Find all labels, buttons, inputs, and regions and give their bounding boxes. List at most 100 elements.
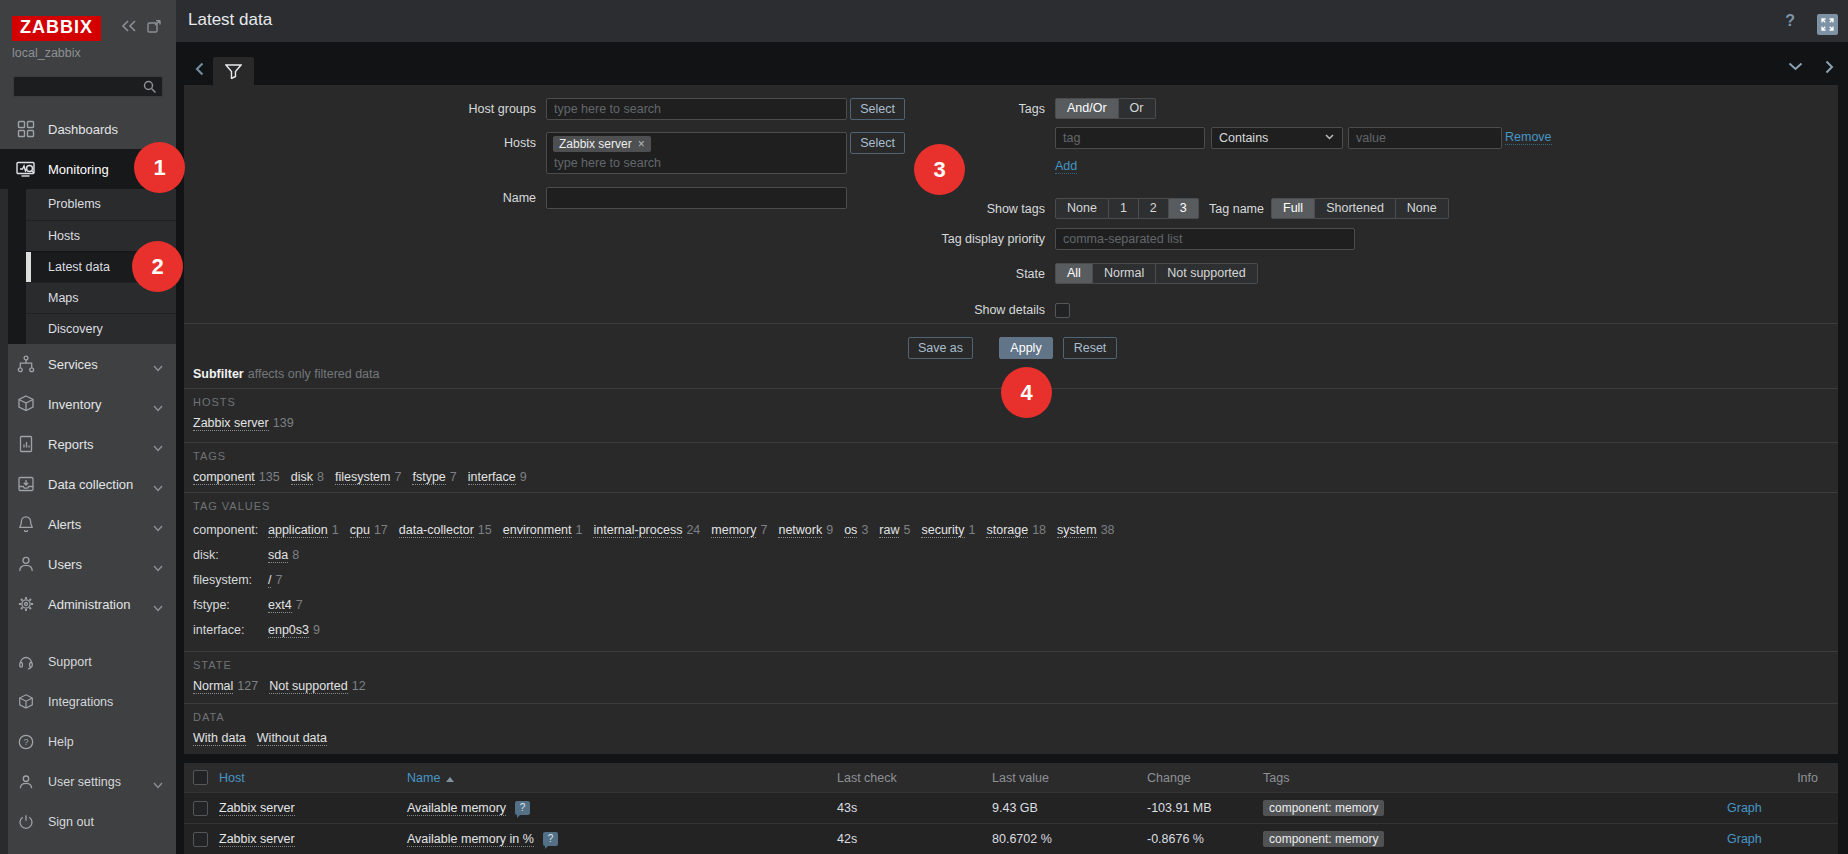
sidebar-search-input[interactable] (13, 76, 163, 97)
item-name-link[interactable]: Available memory in % (407, 832, 534, 847)
hosts-multiselect[interactable]: Zabbix server× type here to search (546, 132, 847, 174)
sidebar-item-sign-out[interactable]: Sign out (0, 802, 176, 842)
tag-operator-select[interactable]: Contains (1211, 127, 1343, 149)
tag-value-input[interactable] (1348, 127, 1502, 149)
row-checkbox[interactable] (193, 801, 208, 816)
column-header-tags: Tags (1263, 771, 1727, 785)
subfilter-link[interactable]: application (268, 523, 328, 538)
page-header: Latest data ? (176, 0, 1848, 42)
subfilter-link[interactable]: fstype (412, 470, 445, 485)
sidebar-item-inventory[interactable]: Inventory (0, 384, 176, 424)
item-description-icon[interactable]: ? (543, 832, 558, 846)
remove-host-icon[interactable]: × (638, 137, 645, 151)
subfilter-link[interactable]: security (921, 523, 964, 538)
state-normal[interactable]: Normal (1093, 263, 1156, 284)
tag-add-link[interactable]: Add (1055, 159, 1077, 174)
host-link[interactable]: Zabbix server (219, 832, 295, 847)
subfilter-link[interactable]: Not supported (269, 679, 348, 694)
tag-chip[interactable]: component: memory (1263, 800, 1384, 816)
subfilter-link[interactable]: system (1057, 523, 1097, 538)
tag-value-group-label: fstype: (193, 597, 268, 614)
subfilter-link[interactable]: Without data (257, 731, 327, 746)
tag-input[interactable] (1055, 127, 1205, 149)
subfilter-link[interactable]: ext4 (268, 598, 292, 613)
item-name-link[interactable]: Available memory (407, 801, 506, 816)
subfilter-link[interactable]: enp0s3 (268, 623, 309, 638)
subfilter-link[interactable]: internal-process (593, 523, 682, 538)
tag-remove-link[interactable]: Remove (1505, 130, 1552, 145)
subfilter-link[interactable]: cpu (350, 523, 370, 538)
subfilter-link[interactable]: memory (711, 523, 756, 538)
collapse-filter-icon[interactable] (1788, 60, 1803, 77)
graph-link[interactable]: Graph (1727, 832, 1762, 846)
tags-operator-and-or[interactable]: And/Or (1055, 98, 1119, 119)
row-checkbox[interactable] (193, 832, 208, 847)
tag-name-full[interactable]: Full (1271, 198, 1315, 219)
subfilter-count: 9 (826, 523, 833, 537)
last-check-cell: 43s (837, 801, 992, 815)
sidebar-item-integrations[interactable]: Integrations (0, 682, 176, 722)
subfilter-link[interactable]: disk (291, 470, 313, 485)
help-icon[interactable]: ? (1785, 12, 1795, 30)
sidebar-item-help[interactable]: ?Help (0, 722, 176, 762)
zabbix-logo[interactable]: ZABBIX (12, 16, 101, 41)
hide-sidebar-icon[interactable] (147, 20, 161, 36)
subfilter-count: 7 (450, 470, 457, 484)
graph-link[interactable]: Graph (1727, 801, 1762, 815)
filter-prev-arrow[interactable] (195, 62, 204, 79)
subfilter-link[interactable]: Normal (193, 679, 233, 694)
show-details-checkbox[interactable] (1055, 303, 1070, 318)
sidebar-item-services[interactable]: Services (0, 344, 176, 384)
submenu-item-discovery[interactable]: Discovery (26, 313, 176, 344)
subfilter-link[interactable]: Zabbix server (193, 416, 269, 431)
next-page-icon[interactable] (1825, 60, 1834, 77)
sidebar-item-alerts[interactable]: Alerts (0, 504, 176, 544)
sidebar-item-user-settings[interactable]: User settings (0, 762, 176, 802)
tag-value-group-label: filesystem: (193, 572, 268, 589)
submenu-item-problems[interactable]: Problems (26, 189, 176, 220)
subfilter-link[interactable]: data-collector (399, 523, 474, 538)
sidebar-item-reports[interactable]: Reports (0, 424, 176, 464)
subfilter-link[interactable]: network (778, 523, 822, 538)
tags-operator-or[interactable]: Or (1119, 98, 1156, 119)
tag-chip[interactable]: component: memory (1263, 831, 1384, 847)
sidebar-item-support[interactable]: Support (0, 642, 176, 682)
reports-icon (14, 434, 38, 454)
filter-tab[interactable] (213, 57, 254, 86)
tag-name-shortened[interactable]: Shortened (1315, 198, 1396, 219)
subfilter-link[interactable]: storage (986, 523, 1028, 538)
sidebar-item-users[interactable]: Users (0, 544, 176, 584)
save-as-button[interactable]: Save as (908, 337, 973, 359)
subfilter-link[interactable]: sda (268, 548, 288, 563)
column-header-host[interactable]: Host (219, 771, 245, 785)
last-check-cell: 42s (837, 832, 992, 846)
show-tags-none[interactable]: None (1055, 198, 1109, 219)
host-groups-input[interactable] (546, 98, 847, 120)
subfilter-link[interactable]: With data (193, 731, 246, 746)
state-not-supported[interactable]: Not supported (1156, 263, 1258, 284)
subfilter-link[interactable]: raw (879, 523, 899, 538)
select-all-checkbox[interactable] (193, 770, 208, 785)
subfilter-link[interactable]: environment (503, 523, 572, 538)
sidebar-item-data-collection[interactable]: Data collection (0, 464, 176, 504)
host-chip[interactable]: Zabbix server× (553, 136, 651, 152)
sidebar-item-administration[interactable]: Administration (0, 584, 176, 624)
hosts-select-button[interactable]: Select (850, 132, 905, 154)
subfilter-link[interactable]: component (193, 470, 255, 485)
subfilter-link[interactable]: interface (468, 470, 516, 485)
state-all[interactable]: All (1055, 263, 1093, 284)
kiosk-mode-button[interactable] (1817, 14, 1838, 35)
tag-name-none[interactable]: None (1396, 198, 1449, 219)
subfilter-link[interactable]: filesystem (335, 470, 391, 485)
apply-button[interactable]: Apply (999, 337, 1053, 359)
name-input[interactable] (546, 187, 847, 209)
host-link[interactable]: Zabbix server (219, 801, 295, 816)
subfilter-link[interactable]: / (268, 573, 271, 588)
subfilter-link[interactable]: os (844, 523, 857, 538)
collapse-sidebar-icon[interactable] (121, 20, 137, 36)
column-header-name[interactable]: Name (407, 771, 440, 785)
tag-display-priority-input[interactable] (1055, 228, 1355, 250)
reset-button[interactable]: Reset (1063, 337, 1117, 359)
item-description-icon[interactable]: ? (515, 801, 530, 815)
subfilter-section-tags: TAGScomponent135disk8filesystem7fstype7i… (184, 442, 1838, 492)
